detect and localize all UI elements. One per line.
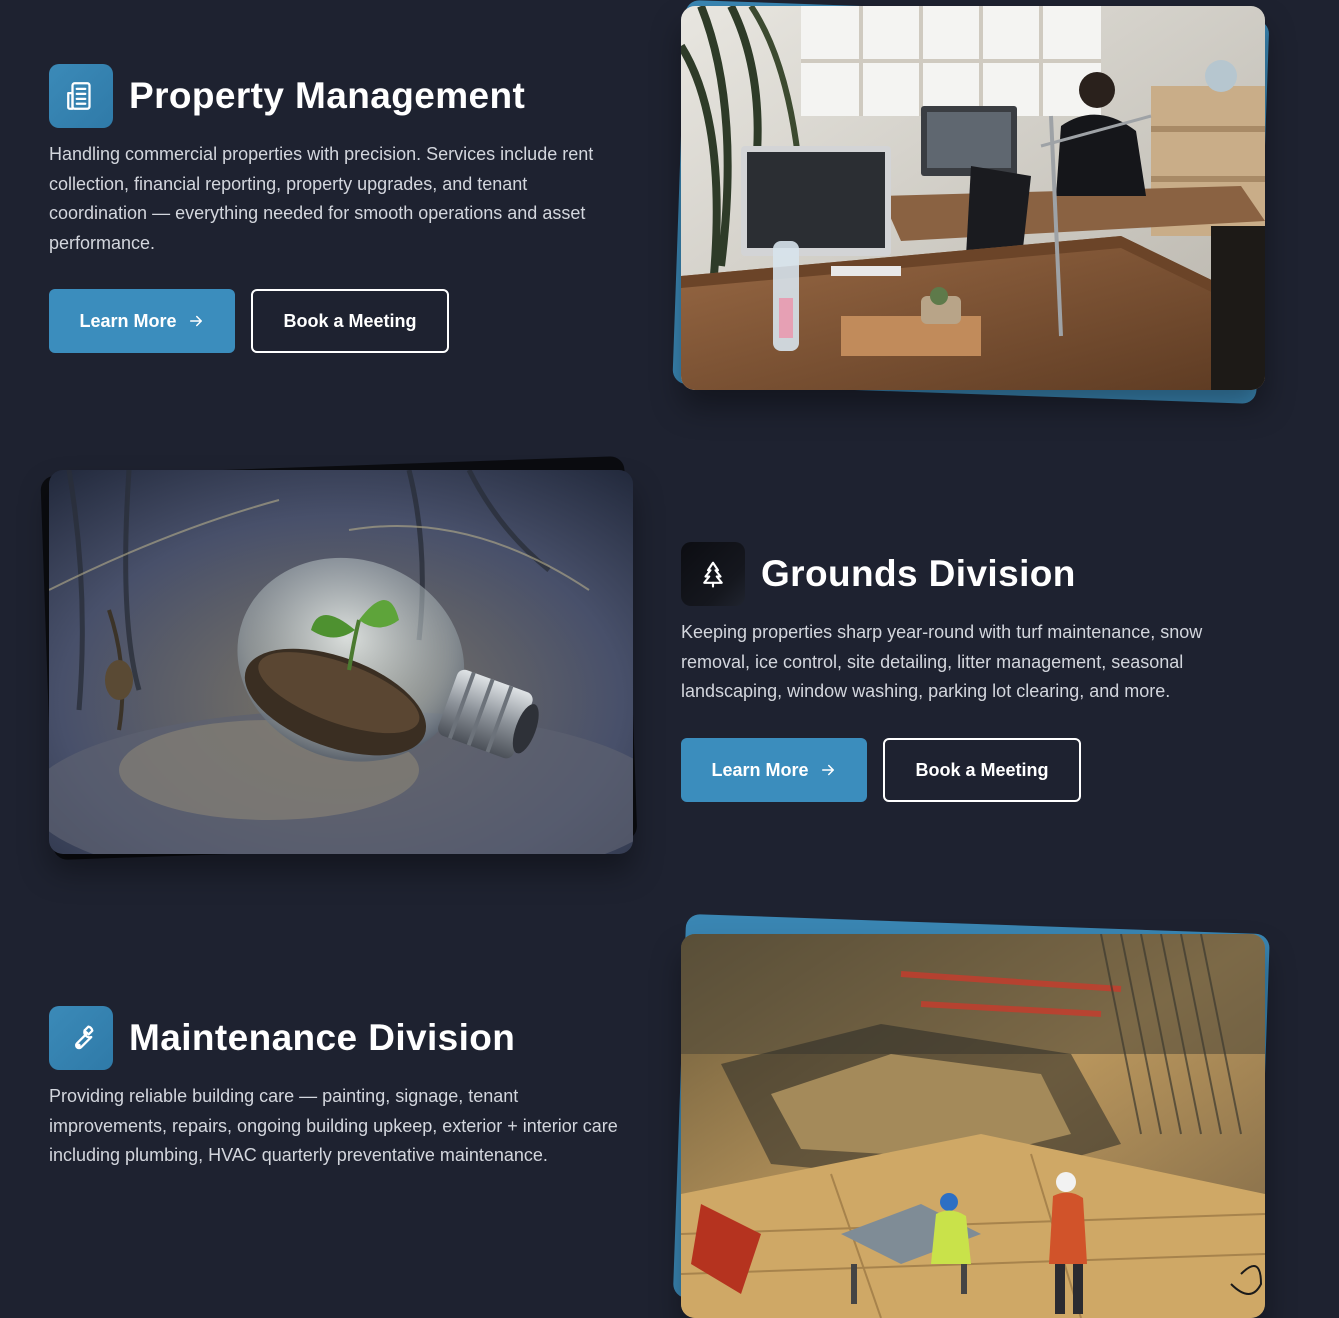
section-title: Grounds Division bbox=[761, 552, 1076, 594]
maintenance-division-section: Maintenance Division Providing reliable … bbox=[0, 900, 1339, 1318]
learn-more-button[interactable]: Learn More bbox=[681, 738, 867, 802]
book-meeting-button[interactable]: Book a Meeting bbox=[251, 289, 449, 353]
section-title: Property Management bbox=[129, 74, 526, 116]
grounds-division-heading: Grounds Division bbox=[681, 522, 1076, 625]
office-workspace-photo bbox=[681, 6, 1265, 390]
section-description: Keeping properties sharp year-round with… bbox=[681, 622, 1203, 701]
maintenance-division-image bbox=[672, 913, 1270, 1318]
property-management-heading: Property Management bbox=[49, 44, 525, 147]
maintenance-division-heading: Maintenance Division bbox=[49, 986, 515, 1089]
property-management-section: Property Management Handling commercial … bbox=[0, 0, 1339, 420]
section-actions: Learn More Book a Meeting bbox=[49, 289, 449, 353]
learn-more-button[interactable]: Learn More bbox=[49, 289, 235, 353]
property-management-image bbox=[672, 0, 1270, 405]
learn-more-label: Learn More bbox=[79, 310, 177, 331]
arrow-right-icon bbox=[819, 761, 837, 779]
arrow-right-icon bbox=[187, 312, 205, 330]
learn-more-label: Learn More bbox=[711, 759, 809, 780]
book-meeting-button[interactable]: Book a Meeting bbox=[883, 738, 1081, 802]
section-actions: Learn More Book a Meeting bbox=[681, 738, 1081, 802]
grounds-division-image bbox=[40, 455, 638, 861]
book-meeting-label: Book a Meeting bbox=[283, 310, 417, 331]
grounds-division-section: Grounds Division Keeping properties shar… bbox=[0, 440, 1339, 890]
construction-site-photo bbox=[681, 934, 1265, 1318]
wrench-icon bbox=[49, 1005, 113, 1070]
section-title: Maintenance Division bbox=[129, 1016, 516, 1058]
tree-icon bbox=[681, 541, 745, 606]
building-document-icon bbox=[49, 63, 113, 128]
book-meeting-label: Book a Meeting bbox=[915, 759, 1049, 780]
section-description: Handling commercial properties with prec… bbox=[49, 144, 594, 253]
lightbulb-plant-photo bbox=[49, 470, 633, 854]
section-description: Providing reliable building care — paint… bbox=[49, 1086, 618, 1165]
